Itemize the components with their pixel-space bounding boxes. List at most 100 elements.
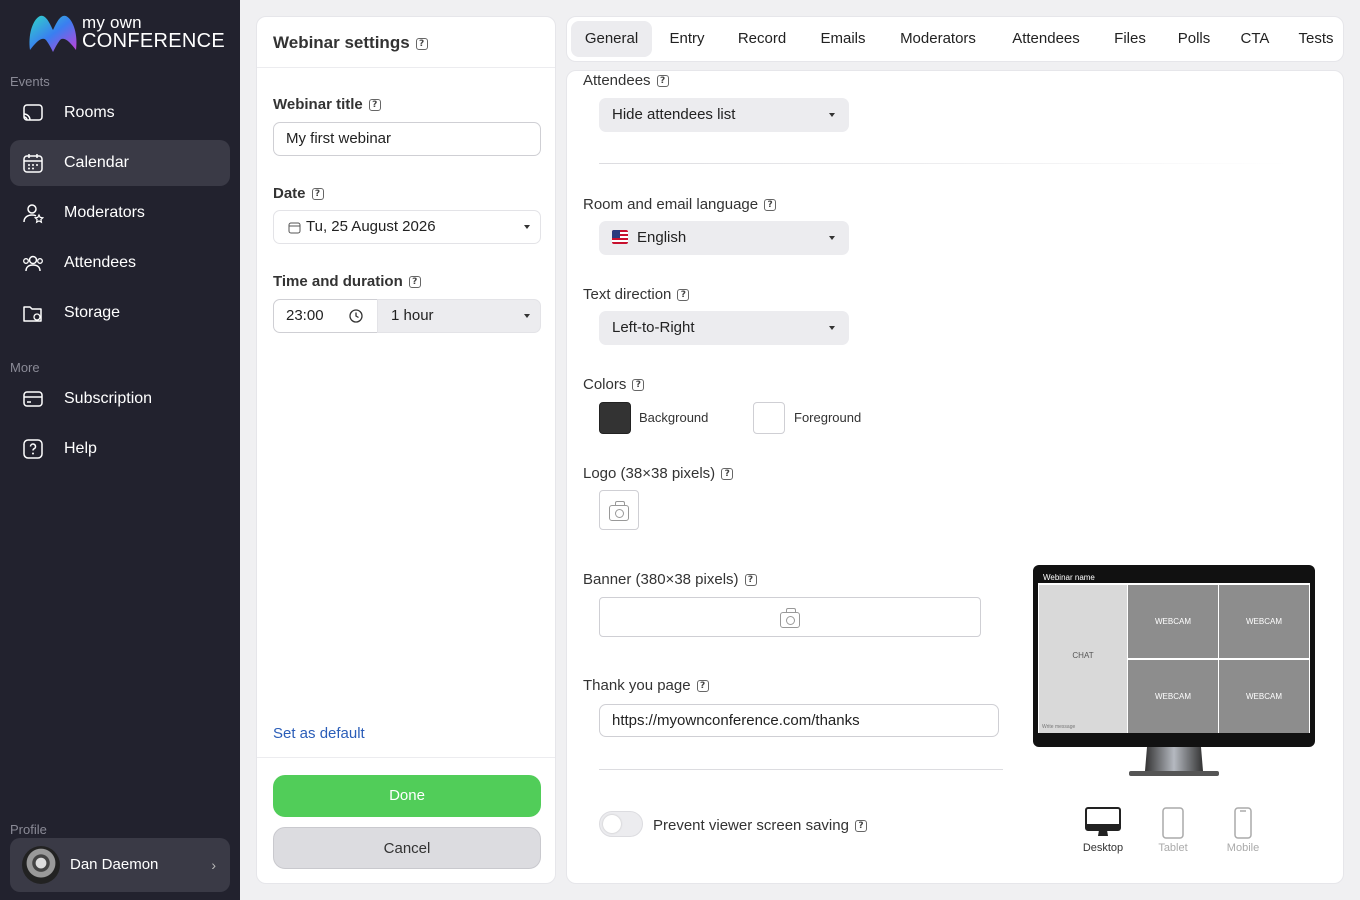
device-desktop-button[interactable]: Desktop [1073, 807, 1133, 854]
divider [257, 757, 555, 758]
sidebar-item-label: Attendees [64, 254, 137, 271]
help-icon[interactable]: ? [415, 37, 428, 50]
done-button[interactable]: Done [273, 775, 541, 817]
webinar-title-label-text: Webinar title [273, 96, 363, 113]
help-icon[interactable]: ? [656, 75, 669, 88]
sidebar-item-help[interactable]: Help [10, 426, 230, 472]
tab-moderators[interactable]: Moderators [889, 21, 987, 57]
tab-cta[interactable]: CTA [1233, 21, 1277, 57]
foreground-label: Foreground [794, 410, 862, 425]
device-label: Tablet [1158, 842, 1188, 854]
app-logo[interactable]: my own CONFERENCE [26, 12, 226, 56]
attendees-label-text: Attendees [583, 72, 651, 89]
date-label-text: Date [273, 185, 306, 202]
tab-tests[interactable]: Tests [1291, 21, 1341, 57]
logo-mark-icon [29, 15, 77, 53]
tab-polls[interactable]: Polls [1169, 21, 1219, 57]
user-star-icon [23, 204, 44, 224]
banner-upload[interactable] [599, 597, 981, 637]
sidebar-item-rooms[interactable]: Rooms [10, 90, 230, 136]
tab-general[interactable]: General [571, 21, 652, 57]
logo-label-text: Logo (38×38 pixels) [583, 465, 716, 482]
help-icon[interactable]: ? [368, 99, 381, 112]
logo-line2: CONFERENCE [82, 30, 226, 52]
prevent-screen-saving-toggle[interactable] [599, 811, 643, 837]
sidebar-item-moderators[interactable]: Moderators [10, 190, 230, 236]
logo-upload[interactable] [599, 490, 639, 530]
background-color-swatch[interactable] [599, 402, 631, 434]
thankyou-label: Thank you page? [583, 677, 709, 694]
help-icon[interactable]: ? [721, 468, 734, 481]
chevron-down-icon [524, 314, 530, 318]
webinar-title-label: Webinar title? [273, 96, 381, 113]
device-label: Desktop [1082, 842, 1124, 854]
webinar-settings-panel: Webinar settings? Webinar title? My firs… [256, 16, 556, 884]
time-value: 23:00 [286, 307, 324, 324]
time-input[interactable]: 23:00 [273, 299, 378, 333]
help-icon[interactable]: ? [408, 276, 421, 289]
set-as-default-link[interactable]: Set as default [273, 725, 365, 742]
preview-webcam-tile: WEBCAM [1219, 660, 1309, 733]
prevent-label: Prevent viewer screen saving? [653, 817, 867, 834]
colors-label-text: Colors [583, 376, 627, 393]
device-mobile-button[interactable]: Mobile [1213, 807, 1273, 854]
prevent-label-text: Prevent viewer screen saving [653, 817, 849, 834]
profile-name: Dan Daemon [70, 856, 159, 873]
webinar-title-input[interactable]: My first webinar [273, 122, 541, 156]
help-icon[interactable]: ? [632, 379, 645, 392]
chevron-down-icon [524, 225, 530, 229]
device-label: Mobile [1226, 842, 1260, 854]
section-label-events: Events [10, 74, 50, 89]
users-icon [23, 255, 43, 272]
chevron-down-icon [829, 236, 835, 240]
colors-label: Colors? [583, 376, 645, 393]
panel-title-text: Webinar settings [273, 33, 410, 52]
cancel-button[interactable]: Cancel [273, 827, 541, 869]
camera-icon [780, 608, 800, 628]
preview-webcam-tile: WEBCAM [1128, 660, 1218, 733]
logo-label: Logo (38×38 pixels)? [583, 465, 734, 482]
camera-icon [609, 501, 629, 521]
device-tablet-button[interactable]: Tablet [1143, 807, 1203, 854]
cast-icon [23, 104, 43, 121]
logo-text: my own CONFERENCE [82, 14, 226, 52]
tab-record[interactable]: Record [729, 21, 795, 57]
help-icon[interactable]: ? [311, 188, 324, 201]
date-picker[interactable]: Tu, 25 August 2026 [273, 210, 541, 244]
attendees-select[interactable]: Hide attendees list [599, 98, 849, 132]
foreground-color-swatch[interactable] [753, 402, 785, 434]
tab-emails[interactable]: Emails [811, 21, 875, 57]
date-label: Date? [273, 185, 324, 202]
direction-value: Left-to-Right [612, 319, 695, 336]
divider [599, 163, 1289, 164]
clock-icon [349, 309, 363, 323]
direction-label: Text direction? [583, 286, 690, 303]
tab-attendees[interactable]: Attendees [1001, 21, 1091, 57]
help-icon[interactable]: ? [854, 820, 867, 833]
direction-select[interactable]: Left-to-Right [599, 311, 849, 345]
tab-entry[interactable]: Entry [659, 21, 715, 57]
us-flag-icon [612, 230, 628, 245]
duration-value: 1 hour [391, 307, 434, 324]
help-icon [23, 439, 43, 459]
settings-tabs: General Entry Record Emails Moderators A… [566, 16, 1344, 62]
duration-select[interactable]: 1 hour [377, 299, 541, 333]
help-icon[interactable]: ? [677, 289, 690, 302]
tab-files[interactable]: Files [1105, 21, 1155, 57]
preview-title-bar: Webinar name [1038, 573, 1310, 583]
language-select[interactable]: English [599, 221, 849, 255]
sidebar-item-storage[interactable]: Storage [10, 290, 230, 336]
help-icon[interactable]: ? [696, 680, 709, 693]
help-icon[interactable]: ? [764, 199, 777, 212]
banner-label: Banner (380×38 pixels)? [583, 571, 757, 588]
sidebar-item-calendar[interactable]: Calendar [10, 140, 230, 186]
profile-button[interactable]: Dan Daemon › [10, 838, 230, 892]
help-icon[interactable]: ? [744, 574, 757, 587]
calendar-icon [288, 222, 301, 234]
thankyou-url-input[interactable]: https://myownconference.com/thanks [599, 704, 999, 737]
thankyou-label-text: Thank you page [583, 677, 691, 694]
sidebar-item-subscription[interactable]: Subscription [10, 376, 230, 422]
background-label: Background [639, 410, 709, 425]
sidebar-item-label: Moderators [64, 204, 145, 221]
sidebar-item-attendees[interactable]: Attendees [10, 240, 230, 286]
